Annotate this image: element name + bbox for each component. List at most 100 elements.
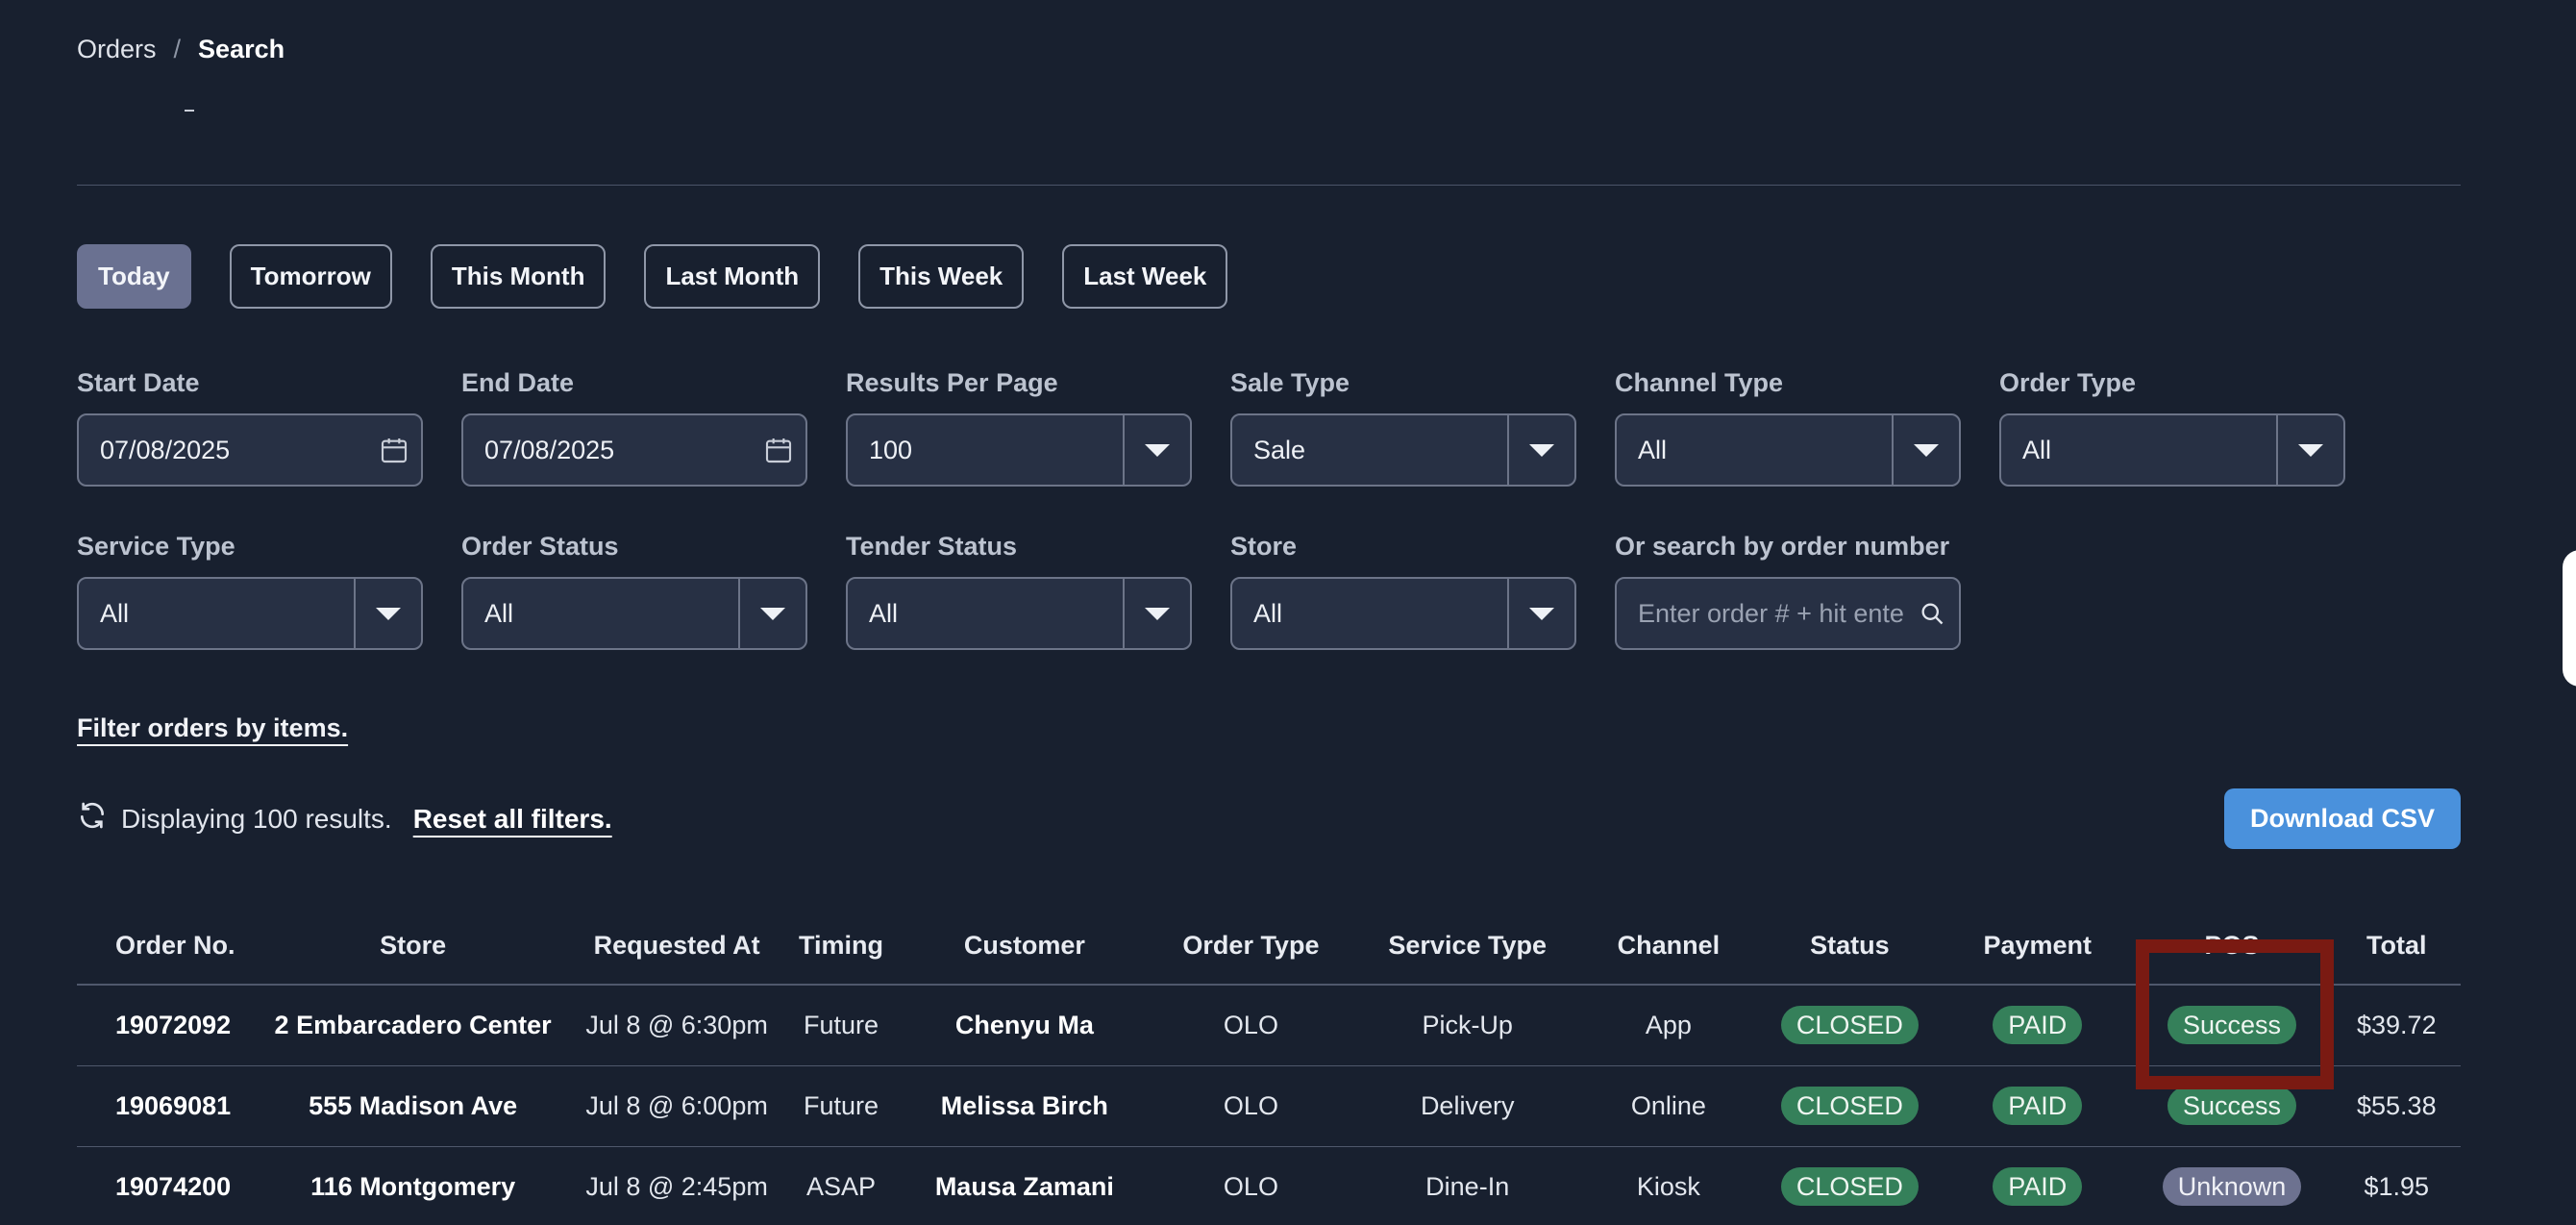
service-type-select[interactable]: All: [77, 577, 423, 650]
chevron-down-icon[interactable]: [1507, 579, 1574, 648]
order-type-field: Order Type All: [1999, 365, 2345, 487]
calendar-icon[interactable]: [367, 435, 421, 465]
sale-type-select[interactable]: Sale: [1230, 413, 1576, 487]
order-type-select[interactable]: All: [1999, 413, 2345, 487]
column-order-no[interactable]: Order No.: [77, 908, 255, 986]
chevron-down-icon[interactable]: [738, 579, 805, 648]
tender-status-field: Tender Status All: [846, 529, 1192, 650]
quick-range-today-button[interactable]: Today: [77, 244, 191, 309]
store-cell: 555 Madison Ave: [254, 1065, 573, 1147]
service-type-field: Service Type All: [77, 529, 423, 650]
store-field: Store All: [1230, 529, 1576, 650]
status-badge: CLOSED: [1780, 1087, 1919, 1125]
status-cell: CLOSED: [1755, 985, 1944, 1066]
breadcrumb-separator: /: [173, 35, 182, 63]
start-date-label: Start Date: [77, 368, 200, 397]
order-status-select[interactable]: All: [461, 577, 807, 650]
order-status-label: Order Status: [461, 532, 619, 561]
channel-cell: App: [1581, 985, 1756, 1066]
results-per-page-field: Results Per Page 100: [846, 365, 1192, 487]
calendar-icon[interactable]: [752, 435, 805, 465]
column-order-type[interactable]: Order Type: [1148, 908, 1354, 986]
column-channel[interactable]: Channel: [1581, 908, 1756, 986]
channel-cell: Online: [1581, 1065, 1756, 1147]
order-type-cell: OLO: [1148, 1065, 1354, 1147]
column-status[interactable]: Status: [1755, 908, 1944, 986]
section-divider: [77, 185, 2461, 186]
sale-type-value: Sale: [1253, 435, 1306, 464]
quick-range-last-week-button[interactable]: Last Week: [1062, 244, 1228, 309]
end-date-value: 07/08/2025: [484, 435, 615, 464]
customer-cell: Melissa Birch: [901, 1065, 1149, 1147]
chevron-down-icon[interactable]: [354, 579, 421, 648]
end-date-field: End Date 07/08/2025: [461, 365, 807, 487]
start-date-value: 07/08/2025: [100, 435, 231, 464]
table-row[interactable]: 19072092 2 Embarcadero Center Jul 8 @ 6:…: [77, 985, 2461, 1066]
filter-by-items-link[interactable]: Filter orders by items.: [77, 713, 348, 743]
order-number-cell[interactable]: 19074200: [77, 1146, 255, 1225]
download-csv-button[interactable]: Download CSV: [2224, 788, 2461, 849]
end-date-input[interactable]: 07/08/2025: [461, 413, 807, 487]
table-row[interactable]: 19069081 555 Madison Ave Jul 8 @ 6:00pm …: [77, 1065, 2461, 1147]
quick-range-this-month-button[interactable]: This Month: [430, 244, 607, 309]
total-cell: $55.38: [2332, 1065, 2461, 1147]
chevron-down-icon[interactable]: [1123, 415, 1190, 485]
quick-range-this-week-button[interactable]: This Week: [858, 244, 1025, 309]
column-total[interactable]: Total: [2332, 908, 2461, 986]
status-badge: CLOSED: [1780, 1167, 1919, 1206]
results-count-text: Displaying 100 results.: [121, 803, 392, 834]
refresh-icon[interactable]: [77, 800, 108, 838]
tender-status-label: Tender Status: [846, 532, 1018, 561]
service-type-label: Service Type: [77, 532, 235, 561]
chevron-down-icon[interactable]: [1892, 415, 1959, 485]
service-type-cell: Pick-Up: [1353, 985, 1582, 1066]
results-per-page-label: Results Per Page: [846, 368, 1058, 397]
chevron-down-icon[interactable]: [1123, 579, 1190, 648]
column-payment[interactable]: Payment: [1944, 908, 2132, 986]
column-timing[interactable]: Timing: [781, 908, 902, 986]
start-date-input[interactable]: 07/08/2025: [77, 413, 423, 487]
order-number-cell[interactable]: 19069081: [77, 1065, 255, 1147]
channel-type-field: Channel Type All: [1615, 365, 1961, 487]
customer-cell: Mausa Zamani: [901, 1146, 1149, 1225]
breadcrumb: Orders / Search: [77, 35, 285, 64]
payment-cell: PAID: [1944, 1065, 2132, 1147]
orders-search-page: Orders / Search Today Tomorrow This Mont…: [0, 0, 2576, 1225]
column-customer[interactable]: Customer: [901, 908, 1149, 986]
requested-at-cell: Jul 8 @ 6:00pm: [572, 1065, 781, 1147]
column-store[interactable]: Store: [254, 908, 573, 986]
table-row[interactable]: 19074200 116 Montgomery Jul 8 @ 2:45pm A…: [77, 1146, 2461, 1225]
store-select[interactable]: All: [1230, 577, 1576, 650]
quick-range-tomorrow-button[interactable]: Tomorrow: [229, 244, 392, 309]
payment-cell: PAID: [1944, 985, 2132, 1066]
reset-filters-link[interactable]: Reset all filters.: [413, 804, 612, 835]
chevron-down-icon[interactable]: [2276, 415, 2343, 485]
quick-range-last-month-button[interactable]: Last Month: [644, 244, 821, 309]
search-icon[interactable]: [1905, 600, 1959, 627]
order-type-value: All: [2022, 435, 2052, 464]
pos-badge: Unknown: [2162, 1167, 2302, 1206]
timing-cell: Future: [781, 985, 902, 1066]
tender-status-select[interactable]: All: [846, 577, 1192, 650]
service-type-cell: Delivery: [1353, 1065, 1582, 1147]
payment-cell: PAID: [1944, 1146, 2132, 1225]
order-number-search-label: Or search by order number: [1615, 532, 1950, 561]
column-requested-at[interactable]: Requested At: [572, 908, 781, 986]
chevron-down-icon[interactable]: [1507, 415, 1574, 485]
side-panel-tab[interactable]: [2563, 550, 2576, 687]
results-per-page-value: 100: [869, 435, 913, 464]
order-type-cell: OLO: [1148, 985, 1354, 1066]
results-per-page-select[interactable]: 100: [846, 413, 1192, 487]
column-service-type[interactable]: Service Type: [1353, 908, 1582, 986]
breadcrumb-orders-link[interactable]: Orders: [77, 35, 157, 64]
order-number-search-input[interactable]: Enter order # + hit enter: [1615, 577, 1961, 650]
order-type-cell: OLO: [1148, 1146, 1354, 1225]
sale-type-field: Sale Type Sale: [1230, 365, 1576, 487]
pos-highlight-box: [2136, 939, 2334, 1089]
order-number-cell[interactable]: 19072092: [77, 985, 255, 1066]
channel-type-select[interactable]: All: [1615, 413, 1961, 487]
channel-type-label: Channel Type: [1615, 368, 1784, 397]
payment-badge: PAID: [1993, 1087, 2083, 1125]
service-type-value: All: [100, 598, 130, 628]
channel-cell: Kiosk: [1581, 1146, 1756, 1225]
